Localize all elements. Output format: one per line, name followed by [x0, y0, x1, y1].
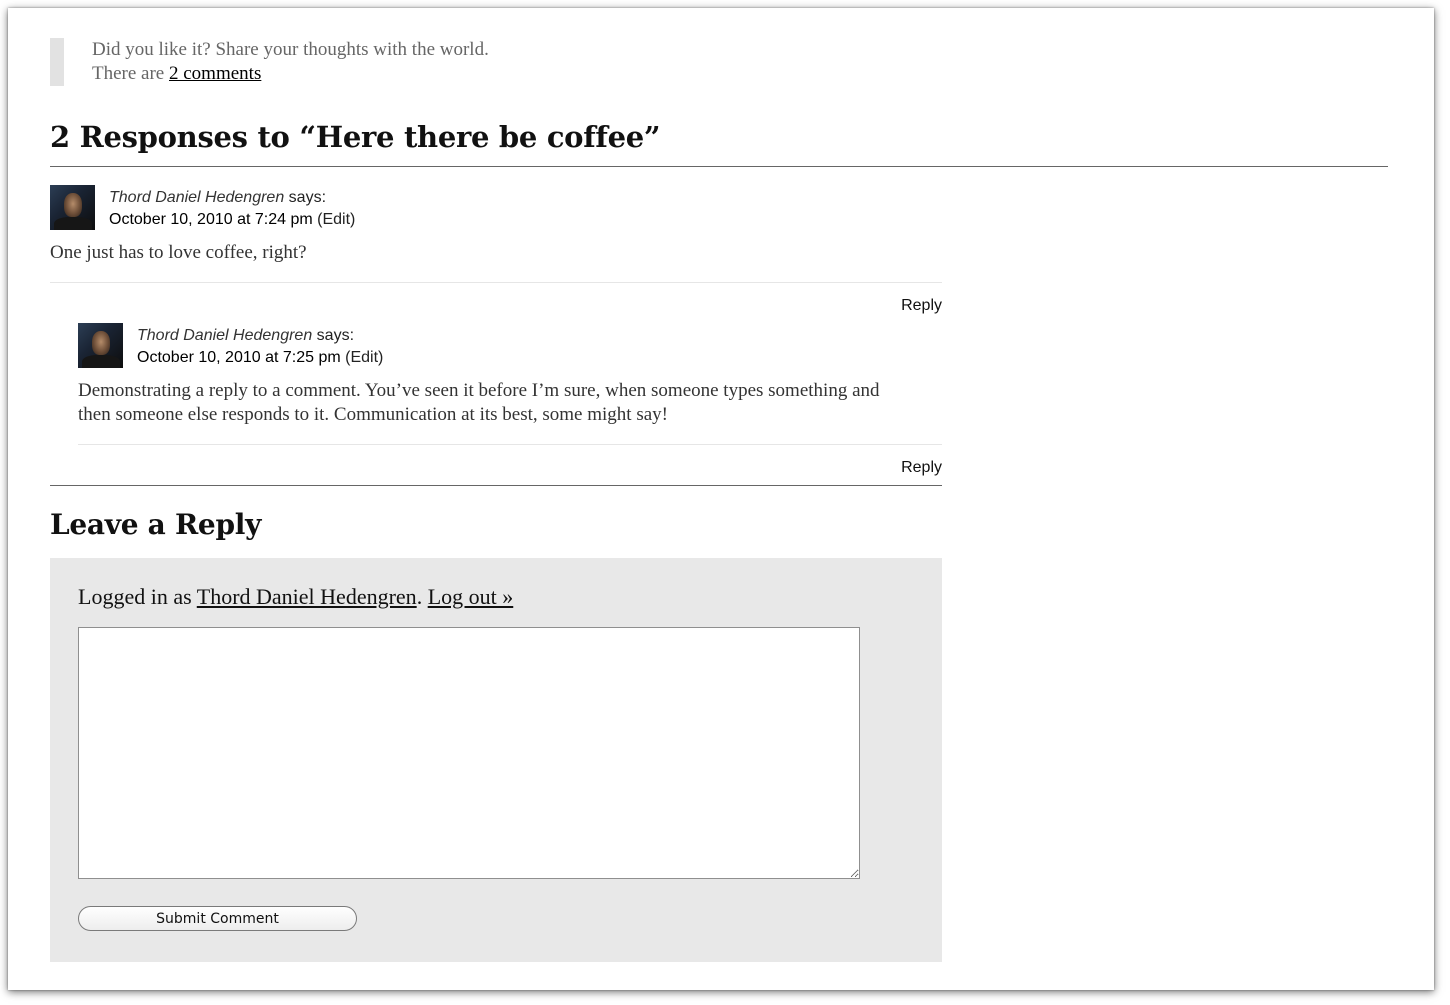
logged-in-status: Logged in as Thord Daniel Hedengren. Log… [78, 584, 514, 609]
comment-author[interactable]: Thord Daniel Hedengren [109, 189, 284, 206]
submit-comment-button[interactable]: Submit Comment [78, 906, 357, 931]
browser-window: Did you like it? Share your thoughts wit… [8, 8, 1434, 990]
comments-end-divider [50, 485, 942, 486]
says-label: says: [288, 189, 327, 206]
share-prompt: Did you like it? Share your thoughts wit… [92, 39, 489, 60]
comment-meta: Thord Daniel Hedengren says: October 10,… [137, 325, 383, 369]
edit-link[interactable]: (Edit) [345, 349, 383, 366]
leave-reply-heading: Leave a Reply [50, 508, 262, 541]
comment-divider [50, 282, 942, 283]
comment-count-line: There are 2 comments [64, 62, 764, 86]
reply-button[interactable]: Reply [901, 459, 942, 477]
share-callout: Did you like it? Share your thoughts wit… [50, 38, 764, 86]
reply-button[interactable]: Reply [901, 297, 942, 315]
comment-text-line: Demonstrating a reply to a comment. You’… [78, 380, 880, 401]
logged-in-prefix: Logged in as [78, 584, 192, 609]
comments-link[interactable]: 2 comments [169, 63, 261, 84]
comment-meta: Thord Daniel Hedengren says: October 10,… [109, 187, 355, 231]
comment: Thord Daniel Hedengren says: October 10,… [50, 185, 942, 317]
avatar [50, 185, 95, 230]
comment-text-line: then someone else responds to it. Commun… [78, 404, 668, 425]
edit-link[interactable]: (Edit) [317, 211, 355, 228]
avatar [78, 323, 123, 368]
says-label: says: [316, 327, 355, 344]
comment-reply: Thord Daniel Hedengren says: October 10,… [78, 323, 942, 483]
comment-date[interactable]: October 10, 2010 at 7:25 pm [137, 349, 341, 366]
profile-link[interactable]: Thord Daniel Hedengren [197, 584, 417, 609]
comment-divider [78, 444, 942, 445]
comment-text: Demonstrating a reply to a comment. You’… [78, 379, 880, 427]
comment-author[interactable]: Thord Daniel Hedengren [137, 327, 312, 344]
logout-link[interactable]: Log out » [428, 584, 514, 609]
comment-textarea[interactable] [78, 627, 860, 879]
comment-count-prefix: There are [92, 63, 165, 84]
comment-text: One just has to love coffee, right? [50, 242, 307, 263]
comment-date[interactable]: October 10, 2010 at 7:24 pm [109, 211, 313, 228]
reply-form: Logged in as Thord Daniel Hedengren. Log… [50, 558, 942, 962]
responses-heading: 2 Responses to “Here there be coffee” [50, 120, 1388, 167]
